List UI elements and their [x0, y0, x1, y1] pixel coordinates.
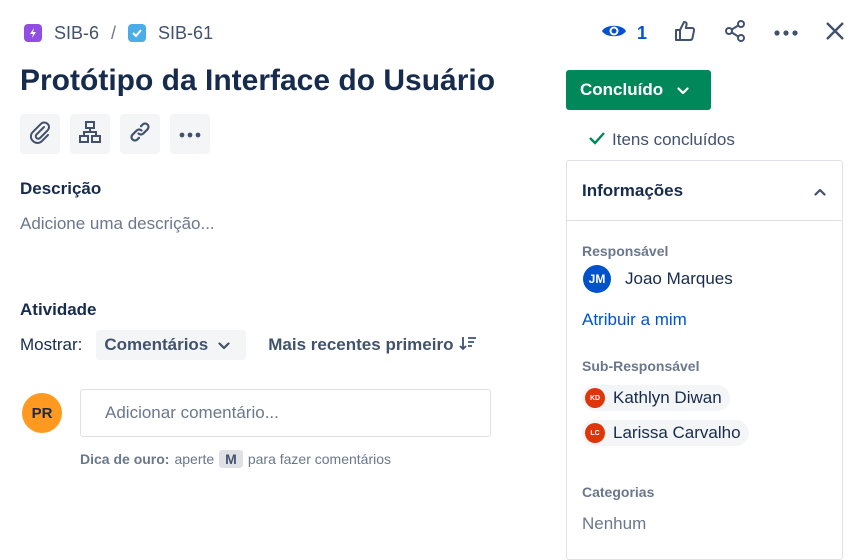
avatar: KD	[585, 388, 605, 408]
assign-to-me-link[interactable]: Atribuir a mim	[582, 310, 687, 330]
tip-before: aperte	[174, 451, 215, 467]
tip-after: para fazer comentários	[247, 451, 392, 467]
sub-assignee-label: Sub-Responsável	[582, 358, 700, 374]
chevron-up-icon	[814, 181, 826, 201]
avatar: LC	[585, 423, 605, 443]
assignee-field[interactable]: JM Joao Marques	[583, 265, 733, 293]
comment-input[interactable]: Adicionar comentário...	[80, 389, 491, 437]
watch-button[interactable]: 1	[601, 22, 647, 45]
attach-button[interactable]	[20, 114, 60, 154]
chevron-down-icon	[218, 335, 230, 355]
status-button[interactable]: Concluído	[566, 70, 711, 110]
sub-assignee-name: Larissa Carvalho	[613, 423, 741, 442]
categories-label: Categorias	[582, 484, 655, 500]
breadcrumb-parent[interactable]: SIB-6	[24, 23, 99, 44]
pro-tip: Dica de ouro: aperte M para fazer coment…	[80, 450, 391, 468]
description-field[interactable]: Adicione uma descrição...	[20, 214, 215, 234]
child-issue-button[interactable]	[70, 114, 110, 154]
chevron-down-icon	[677, 80, 689, 100]
header-actions: 1	[601, 18, 845, 48]
more-icon	[179, 125, 201, 143]
sort-descending-icon	[459, 335, 477, 356]
close-icon[interactable]	[825, 21, 845, 46]
attachment-icon	[28, 120, 52, 149]
thumbs-up-icon[interactable]	[673, 19, 697, 48]
breadcrumb-issue-key[interactable]: SIB-61	[158, 23, 213, 44]
sort-label: Mais recentes primeiro	[268, 335, 454, 354]
link-icon	[128, 120, 152, 149]
breadcrumb-parent-key[interactable]: SIB-6	[54, 23, 99, 44]
details-panel-header[interactable]: Informações	[567, 161, 842, 221]
more-icon[interactable]	[773, 24, 799, 42]
breadcrumb: SIB-6 / SIB-61	[24, 20, 213, 46]
details-panel: Informações Responsável JM Joao Marques …	[566, 160, 843, 560]
eye-icon	[601, 22, 627, 45]
details-panel-title: Informações	[582, 180, 684, 200]
assignee-label: Responsável	[582, 243, 669, 259]
breadcrumb-separator: /	[111, 22, 117, 43]
sub-assignee-name: Kathlyn Diwan	[613, 388, 722, 407]
show-select[interactable]: Comentários	[96, 330, 247, 360]
activity-label: Atividade	[20, 300, 97, 319]
epic-icon	[24, 24, 42, 42]
issue-toolbar	[20, 114, 210, 154]
avatar: JM	[583, 265, 611, 293]
tip-key: M	[219, 450, 243, 468]
resolution-label: Itens concluídos	[612, 130, 735, 149]
show-select-value: Comentários	[104, 335, 209, 354]
sort-order-button[interactable]: Mais recentes primeiro	[268, 335, 477, 356]
avatar: PR	[22, 393, 62, 433]
activity-filter-row: Mostrar: Comentários Mais recentes prime…	[20, 330, 477, 360]
link-issue-button[interactable]	[120, 114, 160, 154]
watch-count: 1	[636, 22, 647, 43]
sub-assignee-chip[interactable]: LC Larissa Carvalho	[582, 420, 749, 446]
share-icon[interactable]	[723, 19, 747, 48]
check-icon	[588, 130, 606, 150]
issue-title[interactable]: Protótipo da Interface do Usuário	[20, 64, 495, 98]
description-label: Descrição	[20, 179, 102, 198]
categories-value[interactable]: Nenhum	[582, 514, 646, 534]
resolution: Itens concluídos	[588, 130, 735, 150]
task-icon	[128, 24, 147, 42]
child-issue-icon	[78, 120, 102, 149]
assignee-name: Joao Marques	[625, 269, 733, 288]
more-actions-button[interactable]	[170, 114, 210, 154]
tip-bold: Dica de ouro:	[80, 451, 170, 467]
status-label: Concluído	[580, 80, 664, 99]
show-label: Mostrar:	[20, 335, 83, 354]
sub-assignee-chip[interactable]: KD Kathlyn Diwan	[582, 385, 730, 411]
breadcrumb-issue[interactable]: SIB-61	[128, 23, 213, 44]
